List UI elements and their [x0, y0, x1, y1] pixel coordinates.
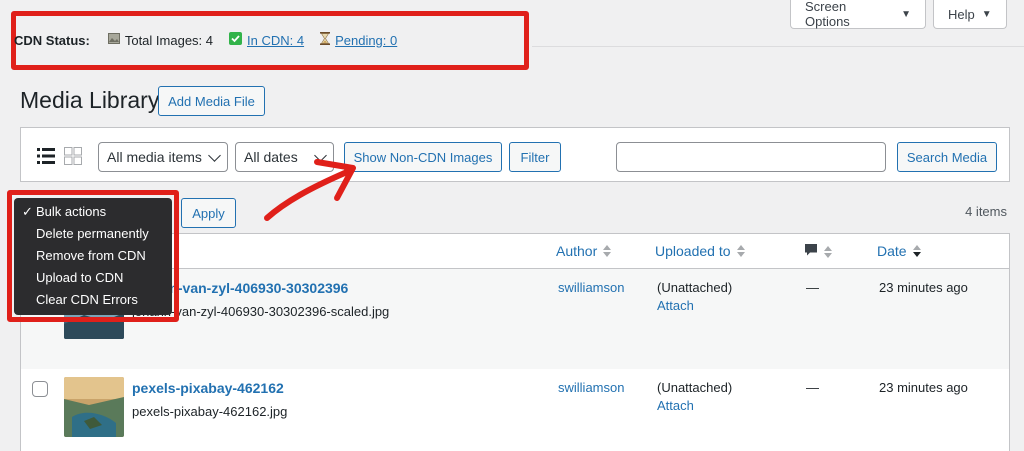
image-icon	[107, 33, 120, 47]
caret-down-icon: ▼	[981, 8, 992, 20]
media-filter-bar: All media items All dates Show Non-CDN I…	[20, 127, 1010, 182]
column-comments[interactable]	[804, 243, 832, 260]
search-input[interactable]	[616, 142, 886, 172]
media-type-value: All media items	[107, 149, 202, 165]
bulk-option-delete-permanently[interactable]: Delete permanently	[14, 226, 172, 248]
total-images: Total Images: 4	[107, 32, 213, 48]
annotation-arrow	[264, 159, 356, 221]
show-non-cdn-images-button[interactable]: Show Non-CDN Images	[344, 142, 502, 172]
column-date[interactable]: Date	[877, 243, 921, 259]
pending: Pending: 0	[320, 32, 397, 48]
caret-down-icon: ▼	[901, 8, 911, 20]
filter-button[interactable]: Filter	[509, 142, 561, 172]
attach-link[interactable]: Attach	[657, 298, 694, 313]
chevron-down-icon	[208, 149, 221, 162]
media-filename: pexels-pixabay-462162.jpg	[132, 404, 288, 419]
screen-options-button[interactable]: Screen Options ▼	[790, 0, 926, 29]
date-text: 23 minutes ago	[879, 280, 968, 295]
sort-icon	[736, 245, 745, 257]
list-view-icon[interactable]	[37, 147, 55, 165]
bulk-actions-menu[interactable]: ✓ Bulk actions Delete permanently Remove …	[14, 198, 172, 315]
page-title: Media Library	[20, 87, 160, 113]
attach-link[interactable]: Attach	[657, 398, 694, 413]
sort-icon	[603, 245, 612, 257]
media-thumbnail[interactable]	[64, 377, 124, 437]
in-cdn-link[interactable]: In CDN: 4	[247, 33, 304, 48]
header-divider	[532, 46, 1024, 47]
cdn-status-bar: CDN Status: Total Images: 4 In CDN: 4 Pe…	[14, 28, 413, 52]
table-row: pexels-pixabay-462162 pexels-pixabay-462…	[21, 369, 1009, 451]
comments-count: —	[806, 280, 819, 295]
checkmark-icon: ✓	[22, 204, 33, 219]
check-icon	[229, 32, 242, 48]
total-images-text: Total Images: 4	[124, 32, 213, 48]
cdn-status-label: CDN Status:	[14, 32, 90, 48]
bulk-option-bulk-actions[interactable]: ✓ Bulk actions	[14, 204, 172, 226]
help-button[interactable]: Help ▼	[933, 0, 1007, 29]
search-media-button[interactable]: Search Media	[897, 142, 997, 172]
add-media-file-button[interactable]: Add Media File	[158, 86, 265, 116]
media-type-select[interactable]: All media items	[98, 142, 228, 172]
uploaded-to-text: (Unattached)	[657, 280, 733, 295]
uploaded-to-text: (Unattached)	[657, 380, 733, 395]
sort-icon	[824, 245, 832, 258]
help-label: Help	[948, 6, 975, 22]
column-author[interactable]: Author	[556, 243, 612, 259]
bulk-option-clear-cdn-errors[interactable]: Clear CDN Errors	[14, 292, 172, 314]
screen-options-label: Screen Options	[805, 0, 850, 29]
pending-link[interactable]: Pending: 0	[335, 33, 397, 48]
column-uploaded-to[interactable]: Uploaded to	[655, 243, 745, 259]
in-cdn: In CDN: 4	[229, 32, 304, 48]
date-text: 23 minutes ago	[879, 380, 968, 395]
apply-button[interactable]: Apply	[181, 198, 236, 228]
items-count: 4 items	[965, 204, 1007, 219]
author-link[interactable]: swilliamson	[558, 380, 624, 395]
grid-view-icon[interactable]	[64, 147, 82, 165]
comment-icon	[804, 243, 818, 260]
row-checkbox[interactable]	[32, 381, 48, 397]
comments-count: —	[806, 380, 819, 395]
hourglass-icon	[320, 32, 331, 48]
sort-desc-icon	[912, 245, 921, 257]
media-title-link[interactable]: pexels-pixabay-462162	[132, 380, 284, 396]
bulk-option-remove-from-cdn[interactable]: Remove from CDN	[14, 248, 172, 270]
author-link[interactable]: swilliamson	[558, 280, 624, 295]
bulk-option-upload-to-cdn[interactable]: Upload to CDN	[14, 270, 172, 292]
